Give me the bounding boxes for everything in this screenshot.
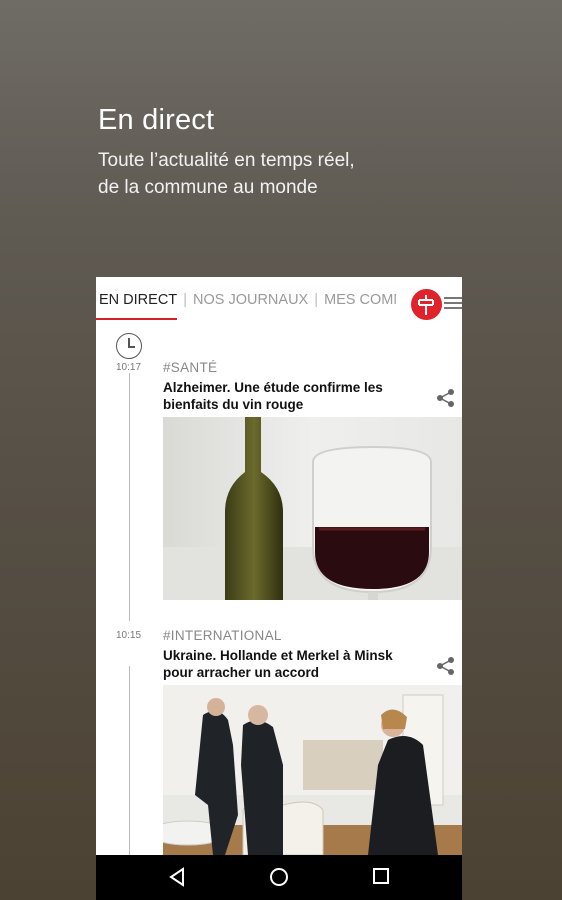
news-feed[interactable]: 10:17 #SANTÉ Alzheimer. Une étude confir… bbox=[96, 321, 462, 855]
promo-text: En direct Toute l’actualité en temps rée… bbox=[98, 104, 428, 201]
article-image[interactable] bbox=[163, 417, 462, 600]
timeline-line bbox=[129, 666, 130, 855]
tab-separator: | bbox=[183, 292, 187, 308]
share-icon[interactable] bbox=[436, 388, 456, 408]
timeline-line bbox=[129, 371, 130, 621]
back-icon[interactable] bbox=[168, 867, 186, 892]
article-tag[interactable]: #INTERNATIONAL bbox=[163, 628, 282, 643]
tab-separator: | bbox=[314, 292, 319, 308]
system-navigation-bar bbox=[96, 855, 462, 900]
tab-strip: EN DIRECT | NOS JOURNAUX | MES COMMU bbox=[96, 292, 396, 308]
brand-logo[interactable] bbox=[411, 289, 442, 320]
article-title[interactable]: Ukraine. Hollande et Merkel à Minsk pour… bbox=[163, 647, 403, 681]
active-tab-indicator bbox=[96, 318, 177, 320]
promo-subtitle-line1: Toute l’actualité en temps réel, bbox=[98, 150, 355, 171]
clock-icon bbox=[116, 333, 142, 359]
tab-bar: EN DIRECT | NOS JOURNAUX | MES COMMU bbox=[96, 277, 462, 321]
tab-nos-journaux[interactable]: NOS JOURNAUX bbox=[193, 292, 308, 308]
article-time: 10:15 bbox=[116, 630, 142, 641]
article-time: 10:17 bbox=[116, 362, 142, 373]
tab-en-direct[interactable]: EN DIRECT bbox=[99, 292, 177, 308]
home-icon[interactable] bbox=[269, 867, 289, 892]
share-icon[interactable] bbox=[436, 656, 456, 676]
promo-subtitle-line2: de la commune au monde bbox=[98, 177, 318, 198]
promo-title: En direct bbox=[98, 104, 215, 136]
article-title[interactable]: Alzheimer. Une étude confirme les bienfa… bbox=[163, 379, 403, 413]
article-image[interactable] bbox=[163, 685, 462, 855]
promo-subtitle: Toute l’actualité en temps réel, de la c… bbox=[98, 147, 428, 201]
phone-screen: EN DIRECT | NOS JOURNAUX | MES COMMU 10:… bbox=[96, 277, 462, 900]
recents-icon[interactable] bbox=[372, 867, 390, 890]
article-tag[interactable]: #SANTÉ bbox=[163, 360, 217, 375]
tab-mes-communes[interactable]: MES COMMU bbox=[324, 292, 396, 308]
hamburger-menu-icon[interactable] bbox=[444, 297, 462, 311]
